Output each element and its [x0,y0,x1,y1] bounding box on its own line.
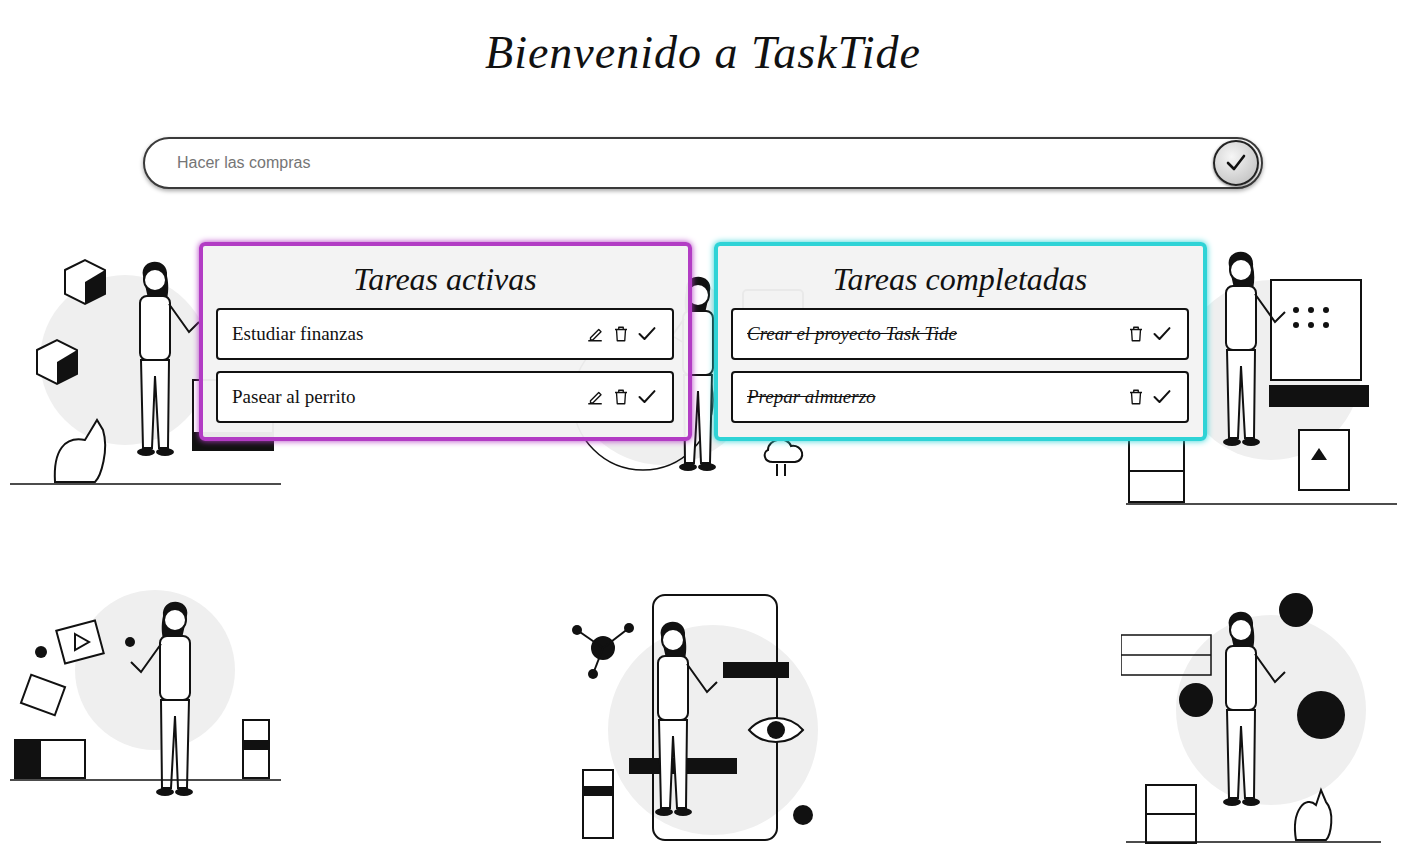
task-item[interactable]: Prepar almuerzo [731,371,1189,423]
person-figure [1223,252,1285,446]
page: Bienvenido a TaskTide Tareas activas Est… [0,0,1406,860]
add-task-button[interactable] [1213,140,1259,186]
task-text: Estudiar finanzas [232,323,574,345]
task-panels: Tareas activas Estudiar finanzas Pasear … [0,242,1406,441]
delete-button[interactable] [1125,323,1147,345]
illustration [1121,590,1401,850]
check-icon [1152,387,1172,407]
task-actions [584,386,658,408]
check-icon [1152,324,1172,344]
task-text: Prepar almuerzo [747,386,1115,408]
task-text: Crear el proyecto Task Tide [747,323,1115,345]
task-item[interactable]: Crear el proyecto Task Tide [731,308,1189,360]
task-actions [1125,323,1173,345]
task-panel: Tareas completadas Crear el proyecto Tas… [714,242,1207,441]
delete-button[interactable] [610,323,632,345]
task-text: Pasear al perrito [232,386,574,408]
task-input[interactable] [175,153,1213,173]
delete-button[interactable] [610,386,632,408]
task-list: Estudiar finanzas Pasear al perrito [216,308,674,423]
trash-icon [612,325,630,343]
check-icon [1224,151,1248,175]
person-figure [131,602,193,796]
edit-button[interactable] [584,323,606,345]
delete-button[interactable] [1125,386,1147,408]
complete-button[interactable] [636,386,658,408]
person-figure [137,262,199,456]
trash-icon [612,388,630,406]
content-area: Tareas activas Estudiar finanzas Pasear … [0,242,1406,860]
panel-title: Tareas completadas [731,246,1189,300]
trash-icon [1127,388,1145,406]
page-title: Bienvenido a TaskTide [0,0,1406,84]
task-item[interactable]: Pasear al perrito [216,371,674,423]
task-actions [1125,386,1173,408]
complete-button[interactable] [1151,386,1173,408]
illustration [5,590,285,850]
task-input-bar [143,137,1263,189]
pencil-icon [586,325,604,343]
task-list: Crear el proyecto Task Tide Prepar almue… [731,308,1189,423]
task-actions [584,323,658,345]
person-figure [1223,612,1285,806]
panel-title: Tareas activas [216,246,674,300]
pencil-icon [586,388,604,406]
task-item[interactable]: Estudiar finanzas [216,308,674,360]
check-icon [637,324,657,344]
complete-button[interactable] [1151,323,1173,345]
check-icon [637,387,657,407]
complete-button[interactable] [636,323,658,345]
edit-button[interactable] [584,386,606,408]
task-panel: Tareas activas Estudiar finanzas Pasear … [199,242,692,441]
illustration [563,590,843,850]
person-figure [655,622,717,816]
trash-icon [1127,325,1145,343]
